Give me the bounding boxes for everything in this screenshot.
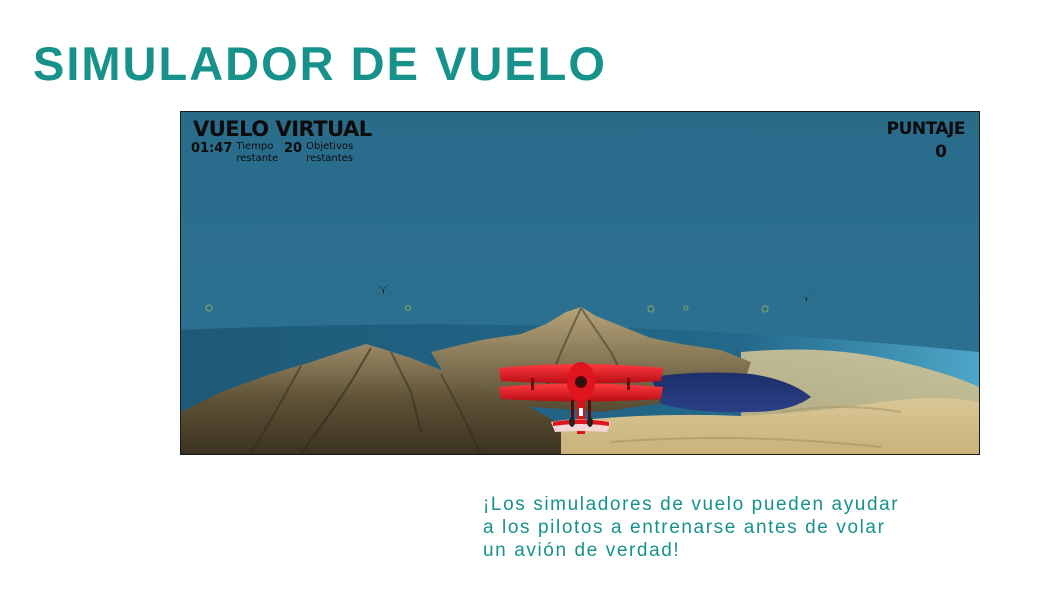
flight-game-viewport[interactable]: VUELO VIRTUAL 01:47 Tiempo restante 20 O…	[180, 111, 980, 455]
time-label-line1: Tiempo	[236, 141, 274, 152]
time-remaining: 01:47 Tiempo restante	[191, 141, 296, 165]
score-value: 0	[935, 142, 947, 162]
game-title: VUELO VIRTUAL	[193, 117, 372, 141]
caption-line-3: un avión de verdad!	[483, 540, 681, 561]
caption-line-1: ¡Los simuladores de vuelo pueden ayudar	[483, 494, 900, 515]
targets-label-line2: restantes	[306, 153, 354, 164]
caption: ¡Los simuladores de vuelo pueden ayudar …	[483, 493, 983, 562]
targets-remaining-value: 20	[284, 141, 303, 156]
targets-remaining: 20 Objetivos restantes	[284, 141, 366, 165]
caption-line-2: a los pilotos a entrenarse antes de vola…	[483, 517, 886, 538]
time-label-line2: restante	[236, 153, 279, 164]
page-title: SIMULADOR DE VUELO	[33, 37, 607, 90]
targets-label-line1: Objetivos	[306, 141, 354, 152]
score-label: PUNTAJE	[886, 119, 966, 139]
time-remaining-value: 01:47	[191, 141, 233, 156]
targets-remaining-label: Objetivos restantes	[306, 141, 366, 165]
